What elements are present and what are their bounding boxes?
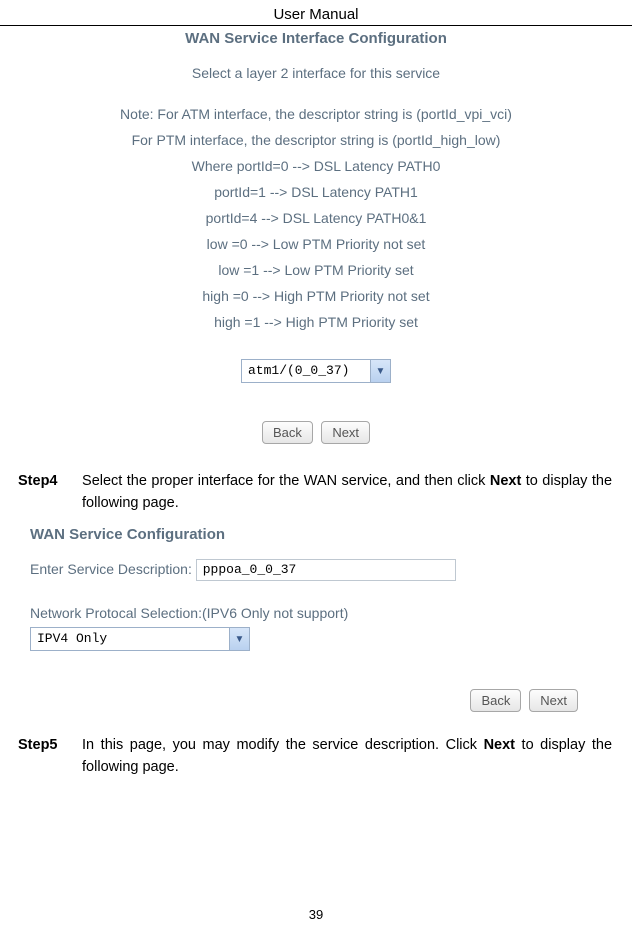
- note-line: Where portId=0 --> DSL Latency PATH0: [39, 153, 594, 179]
- protocol-select[interactable]: IPV4 Only ▼: [30, 627, 250, 651]
- interface-select-value: atm1/(0_0_37): [241, 359, 391, 383]
- service-description-row: Enter Service Description: pppoa_0_0_37: [30, 559, 600, 581]
- note-line: Note: For ATM interface, the descriptor …: [39, 101, 594, 127]
- step5-bold: Next: [484, 737, 515, 753]
- page-header: User Manual: [0, 0, 632, 26]
- step5-label: Step5: [18, 734, 78, 756]
- fig2-title: WAN Service Configuration: [30, 526, 600, 543]
- chevron-down-icon: ▼: [370, 360, 390, 382]
- step4: Step4 Select the proper interface for th…: [0, 454, 632, 520]
- note-line: high =0 --> High PTM Priority not set: [39, 283, 594, 309]
- fig2-buttons: Back Next: [30, 661, 600, 718]
- note-line: portId=1 --> DSL Latency PATH1: [39, 179, 594, 205]
- note-line: low =0 --> Low PTM Priority not set: [39, 231, 594, 257]
- chevron-down-icon: ▼: [229, 628, 249, 650]
- next-button[interactable]: Next: [529, 689, 578, 712]
- step5-text: In this page, you may modify the service…: [82, 734, 612, 778]
- figure-wan-service-config: WAN Service Configuration Enter Service …: [30, 526, 600, 718]
- service-description-input[interactable]: pppoa_0_0_37: [196, 559, 456, 581]
- next-button[interactable]: Next: [321, 421, 370, 444]
- step4-text-pre: Select the proper interface for the WAN …: [82, 473, 490, 489]
- step5-text-pre: In this page, you may modify the service…: [82, 737, 484, 753]
- protocol-select-value: IPV4 Only: [30, 627, 250, 651]
- note-line: low =1 --> Low PTM Priority set: [39, 257, 594, 283]
- step4-bold: Next: [490, 473, 521, 489]
- note-line: high =1 --> High PTM Priority set: [39, 309, 594, 335]
- service-description-label: Enter Service Description:: [30, 561, 192, 577]
- step5: Step5 In this page, you may modify the s…: [0, 718, 632, 784]
- figure-wan-interface-config: WAN Service Interface Configuration Sele…: [39, 30, 594, 444]
- fig1-buttons: Back Next: [39, 421, 594, 444]
- fig1-title: WAN Service Interface Configuration: [39, 30, 594, 47]
- protocol-label: Network Protocal Selection:(IPV6 Only no…: [30, 605, 600, 621]
- note-line: For PTM interface, the descriptor string…: [39, 127, 594, 153]
- back-button[interactable]: Back: [470, 689, 521, 712]
- fig1-subtitle: Select a layer 2 interface for this serv…: [39, 65, 594, 81]
- page-number: 39: [0, 907, 632, 922]
- interface-select[interactable]: atm1/(0_0_37) ▼: [241, 359, 391, 383]
- note-line: portId=4 --> DSL Latency PATH0&1: [39, 205, 594, 231]
- step4-text: Select the proper interface for the WAN …: [82, 470, 612, 514]
- back-button[interactable]: Back: [262, 421, 313, 444]
- step4-label: Step4: [18, 470, 78, 492]
